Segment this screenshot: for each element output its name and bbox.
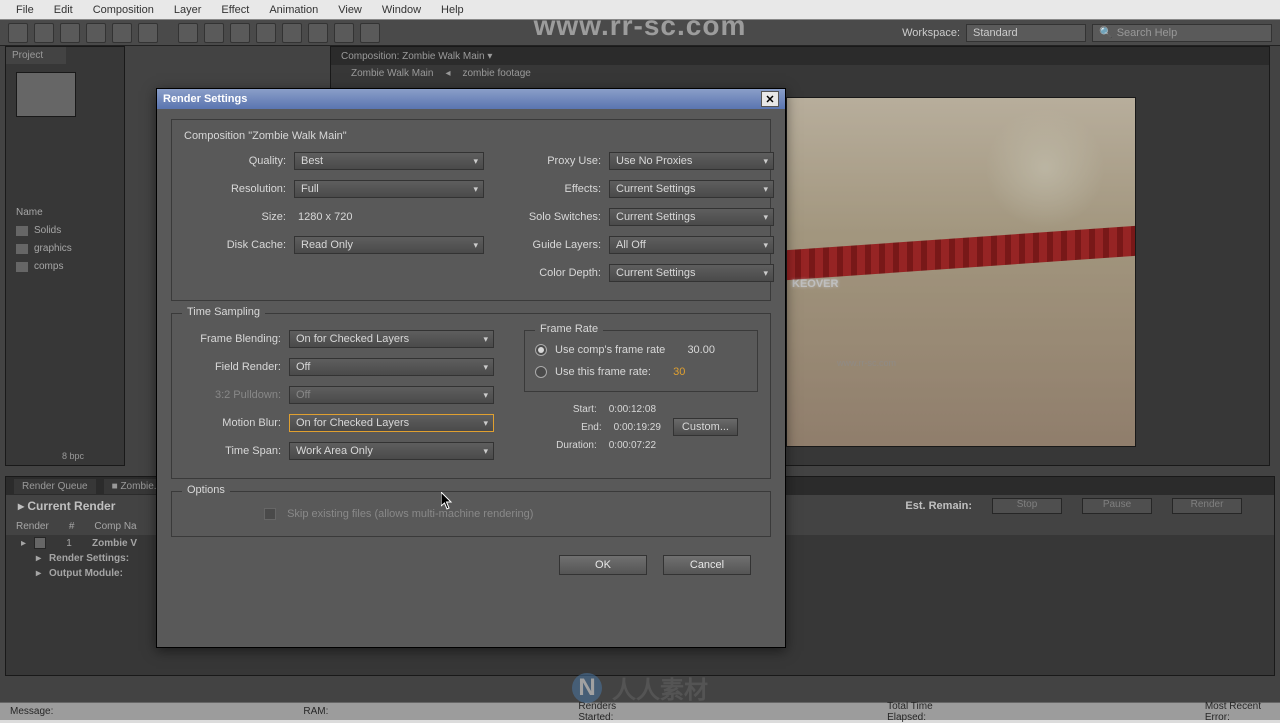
roto-tool-icon[interactable] <box>334 23 354 43</box>
end-value: 0:00:19:29 <box>614 422 661 433</box>
start-value: 0:00:12:08 <box>609 404 656 415</box>
frame-rate-box: Frame Rate Use comp's frame rate 30.00 U… <box>524 330 758 392</box>
menu-file[interactable]: File <box>8 2 42 18</box>
pulldown-select: Off <box>289 386 494 404</box>
this-rate-value[interactable]: 30 <box>673 366 685 378</box>
resolution-label: Resolution: <box>184 183 294 195</box>
dialog-titlebar[interactable]: Render Settings ✕ <box>157 89 785 109</box>
quality-select[interactable]: Best <box>294 152 484 170</box>
solo-select[interactable]: Current Settings <box>609 208 774 226</box>
guide-label: Guide Layers: <box>514 239 609 251</box>
pen-tool-icon[interactable] <box>204 23 224 43</box>
use-this-rate-label: Use this frame rate: <box>555 366 651 378</box>
cancel-button[interactable]: Cancel <box>663 555 751 575</box>
help-search-input[interactable]: 🔍 Search Help <box>1092 24 1272 42</box>
camera-tool-icon[interactable] <box>112 23 132 43</box>
comp-rate-value: 30.00 <box>687 344 715 356</box>
pan-behind-tool-icon[interactable] <box>138 23 158 43</box>
size-value: 1280 x 720 <box>294 211 352 223</box>
size-label: Size: <box>184 211 294 223</box>
duration-label: Duration: <box>547 440 597 451</box>
rotate-tool-icon[interactable] <box>86 23 106 43</box>
custom-button[interactable]: Custom... <box>673 418 738 436</box>
dialog-close-button[interactable]: ✕ <box>761 91 779 107</box>
frame-blending-select[interactable]: On for Checked Layers <box>289 330 494 348</box>
workspace-label: Workspace: <box>902 27 960 39</box>
solo-label: Solo Switches: <box>514 211 609 223</box>
options-section: Options Skip existing files (allows mult… <box>171 491 771 537</box>
start-label: Start: <box>547 404 597 415</box>
menu-bar: File Edit Composition Layer Effect Anima… <box>0 0 1280 20</box>
use-comp-rate-radio[interactable] <box>535 344 547 356</box>
selection-tool-icon[interactable] <box>8 23 28 43</box>
frame-rate-title: Frame Rate <box>535 323 603 335</box>
composition-name-label: Composition "Zombie Walk Main" <box>184 130 758 142</box>
menu-window[interactable]: Window <box>374 2 429 18</box>
pulldown-label: 3:2 Pulldown: <box>184 389 289 401</box>
effects-label: Effects: <box>514 183 609 195</box>
menu-help[interactable]: Help <box>433 2 472 18</box>
menu-animation[interactable]: Animation <box>261 2 326 18</box>
proxy-select[interactable]: Use No Proxies <box>609 152 774 170</box>
duration-value: 0:00:07:22 <box>609 440 656 451</box>
menu-effect[interactable]: Effect <box>213 2 257 18</box>
field-render-label: Field Render: <box>184 361 289 373</box>
depth-select[interactable]: Current Settings <box>609 264 774 282</box>
clone-tool-icon[interactable] <box>282 23 302 43</box>
zoom-tool-icon[interactable] <box>60 23 80 43</box>
guide-select[interactable]: All Off <box>609 236 774 254</box>
workspace-select[interactable]: Standard <box>966 24 1086 42</box>
menu-view[interactable]: View <box>330 2 370 18</box>
effects-select[interactable]: Current Settings <box>609 180 774 198</box>
text-tool-icon[interactable] <box>230 23 250 43</box>
brush-tool-icon[interactable] <box>256 23 276 43</box>
time-sampling-section: Time Sampling Frame Blending:On for Chec… <box>171 313 771 479</box>
motion-blur-label: Motion Blur: <box>184 417 289 429</box>
skip-existing-label: Skip existing files (allows multi-machin… <box>287 508 533 520</box>
rect-tool-icon[interactable] <box>178 23 198 43</box>
eraser-tool-icon[interactable] <box>308 23 328 43</box>
use-comp-rate-label: Use comp's frame rate <box>555 344 665 356</box>
field-render-select[interactable]: Off <box>289 358 494 376</box>
options-title: Options <box>182 484 230 496</box>
motion-blur-select[interactable]: On for Checked Layers <box>289 414 494 432</box>
puppet-tool-icon[interactable] <box>360 23 380 43</box>
ok-button[interactable]: OK <box>559 555 647 575</box>
menu-edit[interactable]: Edit <box>46 2 81 18</box>
toolbar: Workspace: Standard 🔍 Search Help <box>0 20 1280 46</box>
dialog-title-text: Render Settings <box>163 93 247 105</box>
disk-cache-label: Disk Cache: <box>184 239 294 251</box>
frame-blending-label: Frame Blending: <box>184 333 289 345</box>
end-label: End: <box>552 422 602 433</box>
use-this-rate-radio[interactable] <box>535 366 547 378</box>
hand-tool-icon[interactable] <box>34 23 54 43</box>
time-sampling-title: Time Sampling <box>182 306 265 318</box>
proxy-label: Proxy Use: <box>514 155 609 167</box>
disk-cache-select[interactable]: Read Only <box>294 236 484 254</box>
resolution-select[interactable]: Full <box>294 180 484 198</box>
quality-label: Quality: <box>184 155 294 167</box>
time-span-select[interactable]: Work Area Only <box>289 442 494 460</box>
menu-composition[interactable]: Composition <box>85 2 162 18</box>
menu-layer[interactable]: Layer <box>166 2 210 18</box>
time-span-label: Time Span: <box>184 445 289 457</box>
depth-label: Color Depth: <box>514 267 609 279</box>
skip-existing-checkbox <box>264 508 276 520</box>
composition-section: Composition "Zombie Walk Main" Quality:B… <box>171 119 771 301</box>
render-settings-dialog: Render Settings ✕ Composition "Zombie Wa… <box>156 88 786 648</box>
